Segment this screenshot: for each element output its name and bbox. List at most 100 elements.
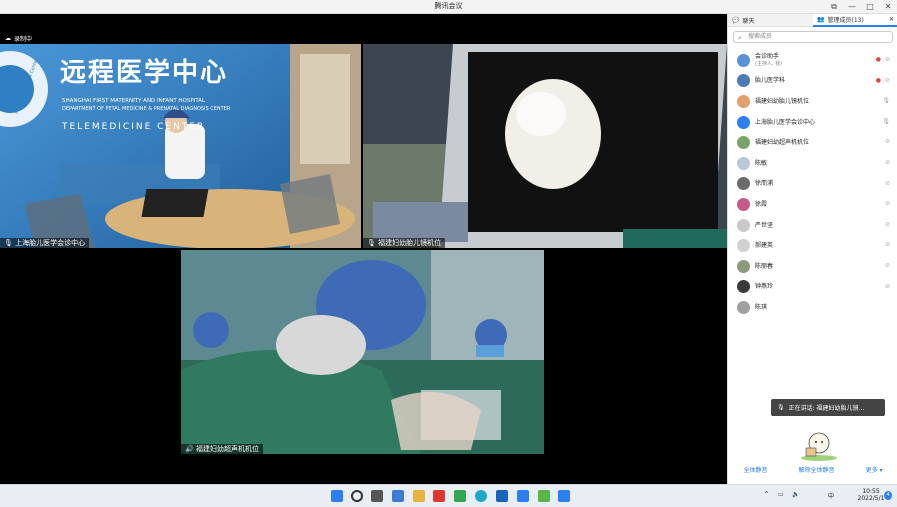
member-row[interactable]: 福建妇幼超声机机位 ⊘ xyxy=(728,132,897,153)
network-icon[interactable]: ▭ xyxy=(778,491,784,498)
member-status-icons: ● ⊘ xyxy=(876,77,890,84)
member-role: (主持人, 我) xyxy=(755,61,783,68)
member-row[interactable]: 陈丽春 ⊘ xyxy=(728,256,897,277)
mic-icon[interactable]: 🎙 xyxy=(882,97,890,104)
member-row[interactable]: 徐霞 ⊘ xyxy=(728,194,897,215)
chat-icon: 💬 xyxy=(732,16,740,24)
center-sign-english-2: DEPARTMENT OF FETAL MEDICINE & PRENATAL … xyxy=(62,106,231,112)
member-name: 陈琪 xyxy=(755,303,768,311)
member-status-icons: ⊘ xyxy=(885,180,890,187)
video-stage: ☁ 录制中 远程医学中心 SHANGHAI FIRST MATERNITY AN… xyxy=(0,14,727,484)
avatar xyxy=(737,74,750,88)
member-row[interactable]: 徐而浦 ⊘ xyxy=(728,174,897,195)
camera-icon[interactable]: ● xyxy=(876,56,881,63)
panel-tabs: 💬 聊天 👥 管理成员(13) ✕ xyxy=(728,14,897,27)
input-language[interactable]: 中 xyxy=(828,491,834,500)
app-icon[interactable] xyxy=(538,490,550,502)
mic-muted-icon[interactable]: ⊘ xyxy=(885,159,890,166)
member-text: 郝建英 xyxy=(755,242,773,249)
tab-chat[interactable]: 💬 聊天 xyxy=(728,14,813,27)
widgets-icon[interactable] xyxy=(392,490,404,502)
side-panel: 💬 聊天 👥 管理成员(13) ✕ ⌕ 搜索成员 会诊助手 (主持人, 我) ● ⊘ 胎… xyxy=(727,14,897,484)
video-tile-shanghai[interactable]: 远程医学中心 SHANGHAI FIRST MATERNITY AND INFA… xyxy=(0,44,361,248)
mic-muted-icon[interactable]: ⊘ xyxy=(885,262,890,269)
member-text: 会诊助手 (主持人, 我) xyxy=(755,53,782,67)
unmute-all-button[interactable]: 解除全体静音 xyxy=(799,465,835,474)
member-name: 上海胎儿医学会诊中心 xyxy=(755,118,816,126)
video-tile-fetoscope[interactable]: 🎙 福建妇幼胎儿镜机位 xyxy=(363,44,727,248)
member-name: 徐霞 xyxy=(755,200,768,208)
window-title: 腾讯会议 xyxy=(434,2,463,10)
tile-label-ultrasound: 🔊 福建妇幼超声机机位 xyxy=(181,444,263,454)
outlook-icon[interactable] xyxy=(496,490,508,502)
pin-button[interactable]: ⧉ xyxy=(827,1,841,12)
avatar xyxy=(737,218,750,232)
center-sign-english-3: TELEMEDICINE CENTER xyxy=(62,122,206,132)
member-row[interactable]: 陈敏 ⊘ xyxy=(728,153,897,174)
people-icon: 👥 xyxy=(817,16,825,23)
avatar xyxy=(737,239,750,253)
member-search-input[interactable]: ⌕ 搜索成员 xyxy=(733,31,893,43)
mic-muted-icon[interactable]: ⊘ xyxy=(885,241,890,248)
task-view-icon[interactable] xyxy=(371,490,383,502)
center-sign-english-1: SHANGHAI FIRST MATERNITY AND INFANT HOSP… xyxy=(62,98,206,104)
mic-icon: 🎙 xyxy=(777,404,785,411)
mic-muted-icon[interactable]: ⊘ xyxy=(885,180,890,187)
surgery-room-scene xyxy=(181,250,544,454)
wechat-icon[interactable] xyxy=(454,490,466,502)
member-row[interactable]: 钟燕玲 ⊘ xyxy=(728,277,897,298)
member-status-icons: ⊘ xyxy=(885,221,890,228)
member-row[interactable]: 陈琪 xyxy=(728,297,897,318)
member-list: 会诊助手 (主持人, 我) ● ⊘ 胎儿医学科 ● ⊘ 福建妇幼胎儿镜机位 🎙 上海胎儿医学会诊中… xyxy=(728,50,897,318)
minimize-button[interactable]: — xyxy=(845,1,859,12)
windows-taskbar: ^ ▭ 🔈 中 10:55 2022/5/1 4 xyxy=(0,484,897,507)
edge-icon[interactable] xyxy=(475,490,487,502)
camera-icon[interactable]: ● xyxy=(876,77,881,84)
search-placeholder: 搜索成员 xyxy=(748,33,773,40)
tile-name: 福建妇幼胎儿镜机位 xyxy=(378,239,442,247)
mic-muted-icon[interactable]: ⊘ xyxy=(885,200,890,207)
member-row[interactable]: 胎儿医学科 ● ⊘ xyxy=(728,71,897,92)
member-row[interactable]: 严世坚 ⊘ xyxy=(728,215,897,236)
clock-date: 2022/5/1 xyxy=(857,495,885,502)
start-icon[interactable] xyxy=(331,490,343,502)
member-row[interactable]: 会诊助手 (主持人, 我) ● ⊘ xyxy=(728,50,897,71)
mic-muted-icon[interactable]: ⊘ xyxy=(885,56,890,63)
app-icon[interactable] xyxy=(517,490,529,502)
mascot-sticker xyxy=(798,426,840,462)
mic-muted-icon[interactable]: ⊘ xyxy=(885,283,890,290)
fetoscope-monitor-scene xyxy=(363,44,727,248)
chevron-up-icon[interactable]: ^ xyxy=(764,491,769,498)
clock[interactable]: 10:55 2022/5/1 xyxy=(854,488,888,502)
video-tile-ultrasound[interactable]: 🔊 福建妇幼超声机机位 xyxy=(181,250,544,454)
mic-icon[interactable]: 🎙 xyxy=(882,118,890,125)
mute-all-button[interactable]: 全体静音 xyxy=(744,465,768,474)
mic-muted-icon[interactable]: ⊘ xyxy=(885,138,890,145)
member-row[interactable]: 上海胎儿医学会诊中心 🎙 xyxy=(728,112,897,133)
panel-footer: 全体静音 解除全体静音 更多 ▾ xyxy=(728,462,897,476)
member-status-icons: ⊘ xyxy=(885,241,890,248)
member-row[interactable]: 福建妇幼胎儿镜机位 🎙 xyxy=(728,91,897,112)
notification-badge[interactable]: 4 xyxy=(884,491,892,500)
file-explorer-icon[interactable] xyxy=(413,490,425,502)
cloud-icon: ☁ xyxy=(5,35,11,42)
volume-icon[interactable]: 🔈 xyxy=(792,491,799,498)
member-row[interactable]: 郝建英 ⊘ xyxy=(728,235,897,256)
member-text: 陈丽春 xyxy=(755,263,773,270)
mic-muted-icon[interactable]: ⊘ xyxy=(885,77,890,84)
avatar xyxy=(737,136,750,150)
more-button[interactable]: 更多 ▾ xyxy=(866,465,883,474)
search-icon[interactable] xyxy=(351,490,363,502)
close-button[interactable]: ✕ xyxy=(881,1,895,12)
app-icon[interactable] xyxy=(433,490,445,502)
member-text: 福建妇幼胎儿镜机位 xyxy=(755,98,809,105)
tab-members[interactable]: 👥 管理成员(13) ✕ xyxy=(813,14,897,27)
member-status-icons: ● ⊘ xyxy=(876,56,890,63)
recording-indicator[interactable]: ☁ 录制中 xyxy=(5,34,32,43)
search-icon: ⌕ xyxy=(738,34,742,42)
tencent-meeting-icon[interactable] xyxy=(558,490,570,502)
restore-button[interactable]: □ xyxy=(863,1,877,12)
mic-muted-icon[interactable]: ⊘ xyxy=(885,221,890,228)
close-panel-icon[interactable]: ✕ xyxy=(889,16,894,23)
member-text: 徐而浦 xyxy=(755,180,773,187)
